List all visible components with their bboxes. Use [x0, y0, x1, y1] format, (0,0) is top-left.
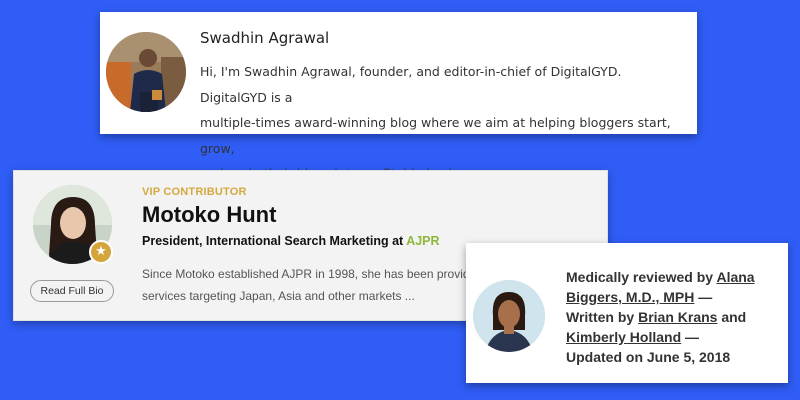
author-name: Motoko Hunt	[142, 202, 277, 227]
separator: —	[694, 289, 713, 305]
star-icon: ★	[89, 240, 113, 264]
writer-link-brian[interactable]: Brian Krans	[638, 309, 717, 325]
reviewer-link-continued[interactable]: Biggers, M.D., MPH	[566, 289, 694, 305]
author-description: Since Motoko established AJPR in 1998, s…	[142, 263, 482, 307]
author-avatar	[106, 32, 186, 112]
desc-line: Since Motoko established AJPR in 1998, s…	[142, 267, 470, 281]
company-link[interactable]: AJPR	[406, 234, 439, 248]
author-name: Swadhin Agrawal	[200, 29, 330, 47]
reviewed-label: Medically reviewed by	[566, 269, 717, 285]
desc-line: services targeting Japan, Asia and other…	[142, 289, 415, 303]
updated-date: Updated on June 5, 2018	[566, 349, 731, 365]
bio-line: multiple-times award-winning blog where …	[200, 115, 671, 156]
contributor-badge: VIP CONTRIBUTOR	[142, 186, 247, 198]
writer-link-kimberly[interactable]: Kimberly Holland	[566, 329, 681, 345]
author-bio: Hi, I'm Swadhin Agrawal, founder, and ed…	[200, 59, 690, 187]
separator: —	[681, 329, 700, 345]
medical-review-card: Medically reviewed by Alana Biggers, M.D…	[466, 243, 788, 383]
written-label: Written by	[566, 309, 639, 325]
reviewer-avatar	[473, 280, 545, 352]
author-card-swadhin: Swadhin Agrawal Hi, I'm Swadhin Agrawal,…	[100, 12, 697, 181]
and-label: and	[717, 309, 747, 325]
author-title: President, International Search Marketin…	[142, 234, 440, 248]
author-title-text: President, International Search Marketin…	[142, 234, 407, 248]
read-full-bio-button[interactable]: Read Full Bio	[30, 280, 114, 302]
review-credits: Medically reviewed by Alana Biggers, M.D…	[566, 267, 782, 367]
bio-line: Hi, I'm Swadhin Agrawal, founder, and ed…	[200, 64, 622, 105]
reviewer-link[interactable]: Alana	[716, 269, 754, 285]
